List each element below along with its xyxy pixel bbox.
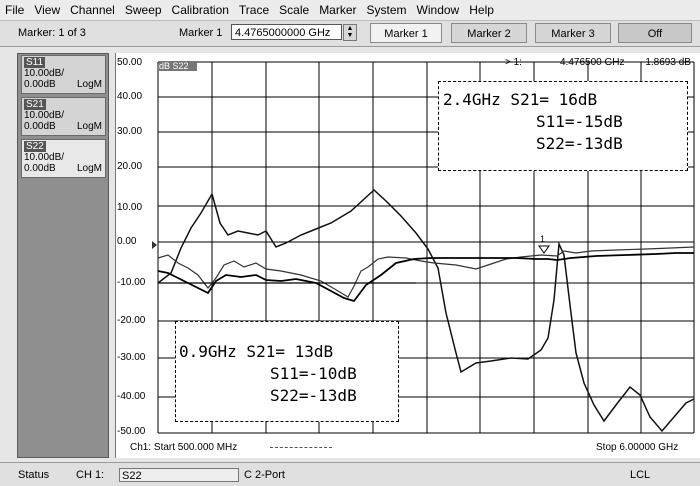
status-channel: CH 1: [76, 469, 105, 481]
marker-2-button[interactable]: Marker 2 [451, 23, 527, 43]
status-lcl: LCL [630, 469, 651, 481]
menu-bar: File View Channel Sweep Calibration Trac… [0, 0, 700, 21]
trace-s11-box[interactable]: S11 10.00dB/ 0.00dB LogM [21, 55, 106, 94]
y-tick-label: -50.00 [117, 426, 146, 437]
trace-name: S21 [24, 99, 46, 110]
annotation-low-line3: S22=-13dB [270, 386, 357, 405]
menu-window[interactable]: Window [412, 0, 465, 20]
marker-readout-value: -1.8693 dB [642, 57, 691, 68]
y-tick-label: 40.00 [117, 91, 143, 102]
annotation-box-high: 2.4GHz S21= 16dB S11=-15dB S22=-13dB [438, 81, 688, 171]
status-label: Status [18, 469, 50, 481]
active-trace-label: dB S22 [159, 61, 189, 71]
trace-format: LogM [76, 121, 102, 132]
trace-scale: 10.00dB/ [24, 110, 65, 121]
trace-scale: 10.00dB/ [24, 68, 65, 79]
marker-select-label: Marker 1 [179, 27, 223, 39]
menu-calibration[interactable]: Calibration [167, 0, 234, 20]
trace-s11-line [157, 246, 695, 298]
menu-marker[interactable]: Marker [314, 0, 361, 20]
marker-flag: 1 [540, 234, 546, 244]
status-bar [0, 462, 700, 486]
trace-s22-line [157, 252, 694, 303]
y-tick-label: 20.00 [117, 161, 143, 172]
y-tick-label: -30.00 [117, 352, 146, 363]
trace-name: S11 [24, 57, 46, 68]
trace-ref: 0.00dB [24, 121, 56, 132]
marker-readout-frequency: 4.476500 GHz [560, 57, 625, 68]
marker-readout-label: > 1: [505, 57, 522, 68]
menu-help[interactable]: Help [464, 0, 499, 20]
annotation-low-line2: S11=-10dB [270, 364, 357, 383]
sweep-stop-label: Stop 6.00000 GHz [596, 442, 679, 453]
marker-count-label: Marker: 1 of 3 [18, 27, 86, 39]
spin-up-icon[interactable]: ▲ [344, 25, 356, 32]
annotation-box-low: 0.9GHz S21= 13dB S11=-10dB S22=-13dB [175, 321, 399, 422]
menu-view[interactable]: View [29, 0, 65, 20]
menu-trace[interactable]: Trace [234, 0, 274, 20]
y-tick-label: 10.00 [117, 202, 143, 213]
trace-scale: 10.00dB/ [24, 152, 65, 163]
trace-ref: 0.00dB [24, 79, 56, 90]
marker-off-button[interactable]: Off [618, 23, 692, 43]
trace-format: LogM [76, 163, 102, 174]
y-tick-label: -20.00 [117, 315, 146, 326]
y-tick-label: -40.00 [117, 391, 146, 402]
annotation-low-line1: 0.9GHz S21= 13dB [179, 342, 334, 361]
annotation-high-line3: S22=-13dB [536, 134, 623, 153]
menu-file[interactable]: File [0, 0, 29, 20]
y-tick-label: 0.00 [117, 236, 137, 247]
sweep-start-label: Ch1: Start 500.000 MHz [130, 442, 238, 453]
annotation-high-line2: S11=-15dB [536, 112, 623, 131]
y-tick-label: 30.00 [117, 126, 143, 137]
menu-scale[interactable]: Scale [274, 0, 314, 20]
spin-down-icon[interactable]: ▼ [344, 32, 356, 39]
trace-ref: 0.00dB [24, 163, 56, 174]
legend-dash [270, 447, 332, 449]
trace-s22-box[interactable]: S22 10.00dB/ 0.00dB LogM [21, 139, 106, 178]
marker-3-button[interactable]: Marker 3 [535, 23, 611, 43]
y-tick-label: -10.00 [117, 277, 146, 288]
trace-s21-box[interactable]: S21 10.00dB/ 0.00dB LogM [21, 97, 106, 136]
marker-frequency-input[interactable]: 4.4765000000 GHz [231, 24, 342, 40]
marker-spinner[interactable]: ▲ ▼ [343, 24, 357, 41]
status-parameter: S22 [119, 468, 239, 482]
menu-channel[interactable]: Channel [65, 0, 120, 20]
annotation-high-line1: 2.4GHz S21= 16dB [443, 90, 598, 109]
menu-sweep[interactable]: Sweep [120, 0, 167, 20]
trace-name: S22 [24, 141, 46, 152]
status-port-mode: C 2-Port [244, 469, 285, 481]
trace-format: LogM [76, 79, 102, 90]
y-tick-label: 50.00 [117, 57, 143, 68]
marker-1-button[interactable]: Marker 1 [370, 23, 442, 43]
menu-system[interactable]: System [362, 0, 412, 20]
